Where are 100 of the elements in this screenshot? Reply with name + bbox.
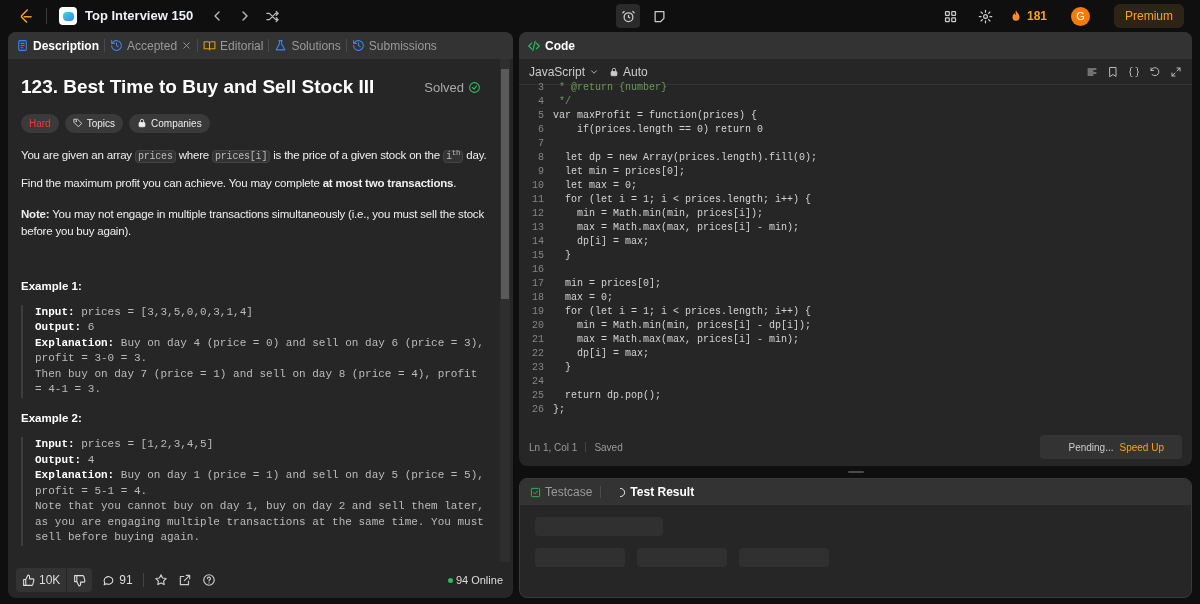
- undo-icon[interactable]: [1149, 65, 1161, 78]
- line-number: 23: [531, 361, 545, 375]
- line-number: 8: [537, 151, 545, 165]
- document-icon: [16, 39, 29, 52]
- line-number: 25: [531, 389, 545, 403]
- settings-icon[interactable]: [977, 8, 993, 24]
- line-number: 12: [531, 207, 545, 221]
- code-line: for (let i = 1; i < prices.length; i++) {: [564, 305, 812, 319]
- line-number: 10: [531, 179, 545, 193]
- pending-button[interactable]: Pending... Speed Up: [1040, 435, 1182, 459]
- line-number: 11: [531, 193, 545, 207]
- example-line: Explanation: Buy on day 1 (price = 1) and sell on day 5 (price = 5), profit = 5-1 = 4.: [35, 468, 485, 499]
- history-icon: [110, 39, 123, 52]
- shuffle-icon[interactable]: [265, 8, 281, 24]
- tag-chip[interactable]: Companies: [129, 113, 210, 133]
- note-icon[interactable]: [652, 8, 668, 24]
- cursor-position: Ln 1, Col 1: [529, 440, 578, 455]
- share-icon[interactable]: [177, 573, 192, 587]
- tab[interactable]: Description: [33, 36, 99, 55]
- line-number: 19: [531, 305, 545, 319]
- line-number: 22: [531, 347, 545, 361]
- line-number: 3: [537, 81, 545, 95]
- code-line: */: [558, 95, 571, 109]
- code-line: let max = 0;: [564, 179, 637, 193]
- comments-button[interactable]: 91: [102, 571, 133, 589]
- save-status: Saved: [594, 440, 623, 455]
- check-circle-icon: [468, 80, 481, 94]
- online-count: 94 Online: [455, 572, 503, 588]
- line-number: 4: [537, 95, 545, 109]
- line-number: 17: [531, 277, 545, 291]
- code-line: if(prices.length == 0) return 0: [576, 123, 764, 137]
- line-number: 7: [537, 137, 545, 151]
- code-line: for (let i = 1; i < prices.length; i++) {: [564, 193, 812, 207]
- code-line: max = 0;: [564, 291, 613, 305]
- line-number: 6: [537, 123, 545, 137]
- bookmark-icon[interactable]: [1107, 65, 1119, 78]
- alarm-clock-icon: [620, 8, 636, 24]
- star-icon[interactable]: [153, 573, 168, 587]
- line-number: 15: [531, 249, 545, 263]
- tag-chip[interactable]: Topics: [64, 113, 124, 133]
- help-icon[interactable]: [201, 573, 216, 587]
- thumbs-down-icon: [73, 573, 87, 587]
- tab[interactable]: Submissions: [368, 36, 437, 55]
- tab[interactable]: Accepted: [127, 36, 178, 55]
- example-text: Then buy on day 7 (price = 1) and sell on day 8 (price = 4), profit = 4-1 = 3.: [35, 366, 479, 398]
- code-line: dp[i] = max;: [576, 235, 649, 249]
- timer-button[interactable]: [616, 4, 641, 28]
- tab[interactable]: Test Result: [630, 483, 695, 501]
- book-icon: [203, 39, 217, 52]
- tab[interactable]: Solutions: [291, 36, 341, 55]
- code-line: min = Math.min(min, prices[i] - dp[i]);: [576, 319, 812, 333]
- solved-status: Solved: [424, 78, 464, 97]
- grid-icon[interactable]: [942, 8, 958, 24]
- line-number: 14: [531, 235, 545, 249]
- tag-icon: [72, 118, 83, 128]
- example-line: Input: prices = [3,3,5,0,0,3,1,4]: [35, 304, 254, 320]
- code-line: max = Math.max(max, prices[i] - min);: [576, 221, 800, 235]
- tab[interactable]: Testcase: [545, 483, 593, 501]
- code-line: return dp.pop();: [564, 389, 662, 403]
- list-title[interactable]: Top Interview 150: [85, 6, 194, 26]
- format-icon[interactable]: [1086, 65, 1098, 78]
- language-dropdown[interactable]: JavaScript: [529, 62, 600, 81]
- code-line: let dp = new Array(prices.length).fill(0);: [564, 151, 818, 165]
- code-line: min = Math.min(min, prices[i]);: [576, 207, 764, 221]
- line-number: 26: [531, 403, 545, 417]
- line-number: 20: [531, 319, 545, 333]
- list-icon: [59, 7, 77, 25]
- line-number: 18: [531, 291, 545, 305]
- example-heading: Example 2:: [21, 410, 83, 426]
- scrollbar[interactable]: [500, 59, 510, 562]
- example-line: Output: 4: [35, 452, 96, 468]
- premium-button[interactable]: Premium: [1114, 4, 1184, 28]
- thumbs-up-icon: [22, 573, 35, 587]
- line-number: 13: [531, 221, 545, 235]
- code-line: min = prices[0];: [564, 277, 662, 291]
- line-number: 16: [531, 263, 545, 277]
- line-number: 5: [537, 109, 545, 123]
- flask-icon: [274, 39, 288, 52]
- tab[interactable]: Editorial: [220, 36, 264, 55]
- difficulty-badge: Hard: [21, 113, 59, 133]
- braces-icon[interactable]: [1128, 65, 1140, 78]
- comment-icon: [102, 573, 116, 587]
- panel-title: Code: [545, 37, 575, 55]
- code-line: };: [553, 403, 565, 417]
- lock-icon: [609, 66, 620, 77]
- example-text: Note that you cannot buy on day 1, buy on day 2 and sell them later, as you are engaging multiple transactions at the same time. You must sell before buying again.: [35, 499, 485, 545]
- code-line: }: [564, 249, 571, 263]
- paragraph: Note: You may not engage in multiple transactions simultaneously (i.e., you must sell the stock before you buy again).: [21, 206, 485, 239]
- code-line: dp[i] = max;: [576, 347, 649, 361]
- expand-icon[interactable]: [1170, 65, 1182, 78]
- example-line: Input: prices = [1,2,3,4,5]: [35, 437, 215, 452]
- streak-count[interactable]: 181: [1026, 7, 1047, 25]
- line-number: 9: [537, 165, 545, 179]
- code-icon: [527, 38, 541, 53]
- auto-mode-button[interactable]: Auto: [609, 62, 648, 81]
- close-icon[interactable]: [181, 40, 193, 51]
- line-number: 24: [531, 375, 545, 389]
- checkbox-icon: [530, 486, 541, 498]
- line-number: 21: [531, 333, 545, 347]
- example-line: Output: 6: [35, 320, 96, 336]
